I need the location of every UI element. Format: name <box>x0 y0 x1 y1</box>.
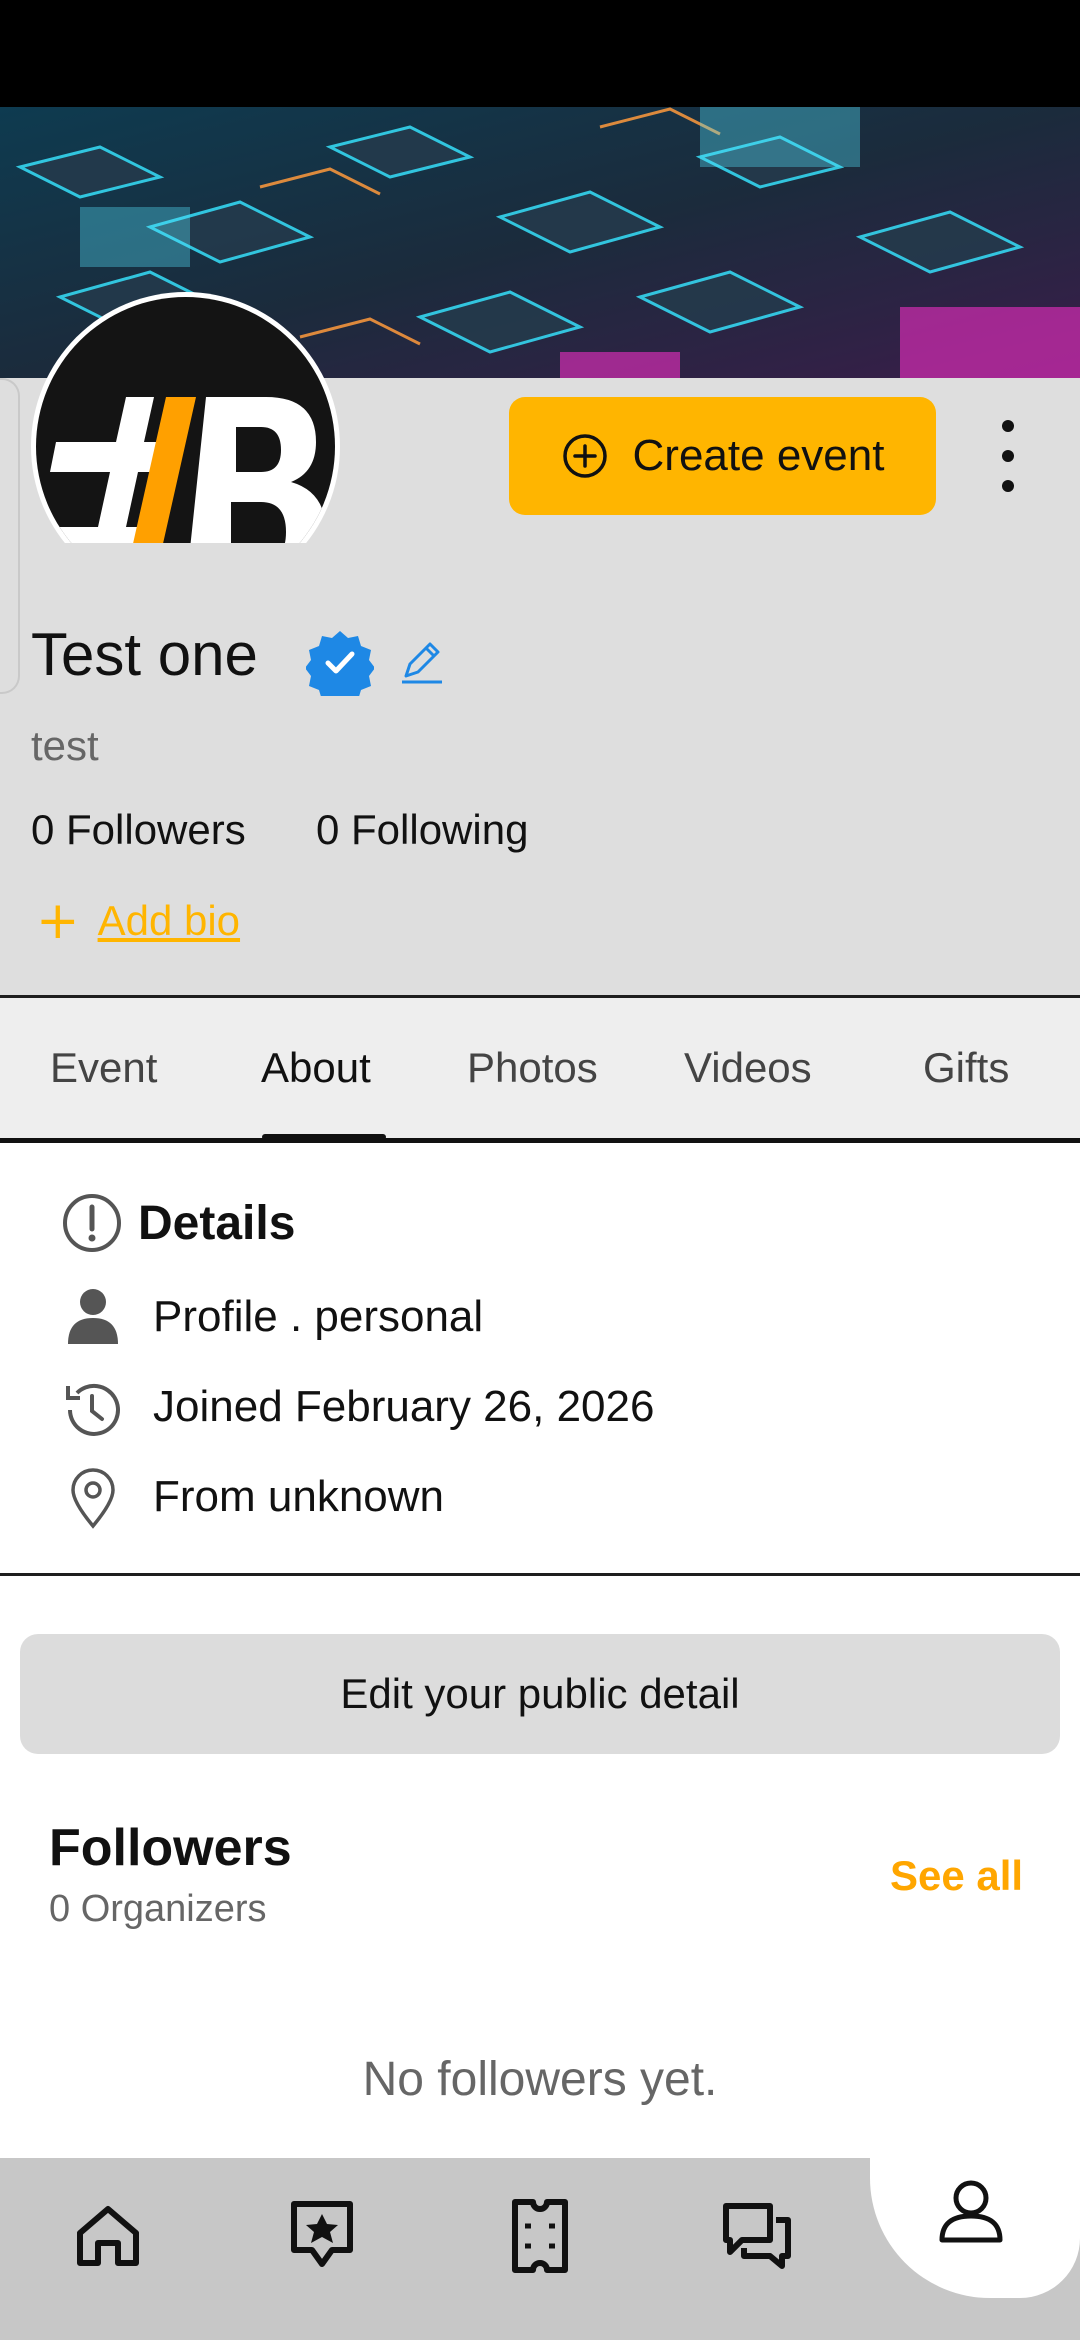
tab-gifts[interactable]: Gifts <box>923 1044 1009 1092</box>
empty-followers-text: No followers yet. <box>362 2053 718 2106</box>
edit-pencil-icon[interactable] <box>398 636 446 684</box>
avatar-clip <box>31 543 340 623</box>
info-icon <box>63 1194 121 1252</box>
profile-name: Test one <box>31 621 258 688</box>
joined-date-text: Joined February 26, 2026 <box>153 1382 655 1431</box>
tab-photos[interactable]: Photos <box>467 1044 598 1092</box>
more-options-icon[interactable] <box>990 420 1026 492</box>
profile-type-text: Profile . personal <box>153 1292 484 1341</box>
person-icon <box>68 1289 118 1344</box>
profile-handle: test <box>31 722 99 769</box>
see-all-link[interactable]: See all <box>890 1852 1023 1900</box>
ticket-icon[interactable] <box>505 2198 575 2274</box>
side-drawer-handle[interactable] <box>0 378 20 694</box>
tab-videos[interactable]: Videos <box>684 1044 812 1092</box>
user-icon[interactable] <box>936 2176 1006 2246</box>
add-bio-label: Add bio <box>97 897 241 944</box>
plus-icon: + <box>36 891 80 951</box>
create-event-label: Create event <box>632 431 885 480</box>
profile-tabs: Event About Photos Videos Gifts <box>0 998 1080 1143</box>
details-title: Details <box>138 1197 296 1250</box>
star-badge-icon[interactable] <box>286 2198 358 2272</box>
tab-about[interactable]: About <box>261 1044 371 1092</box>
location-text: From unknown <box>153 1472 445 1521</box>
active-tab-indicator <box>262 1134 386 1140</box>
add-bio-link[interactable]: + Add bio <box>36 895 240 947</box>
status-bar <box>0 0 1080 107</box>
location-pin-icon <box>71 1468 115 1529</box>
history-icon <box>66 1383 120 1436</box>
followers-section-title: Followers <box>49 1819 292 1877</box>
chat-icon[interactable] <box>720 2200 794 2270</box>
tab-event[interactable]: Event <box>50 1044 157 1092</box>
home-icon[interactable] <box>72 2199 144 2271</box>
followers-section-subtitle: 0 Organizers <box>49 1888 267 1930</box>
followers-count[interactable]: 0 Followers <box>31 806 246 854</box>
following-count[interactable]: 0 Following <box>316 806 528 854</box>
create-event-button[interactable]: Create event <box>509 397 936 515</box>
edit-public-detail-button[interactable]: Edit your public detail <box>20 1634 1060 1754</box>
plus-circle-icon <box>562 434 607 478</box>
verified-badge-icon <box>306 631 374 696</box>
